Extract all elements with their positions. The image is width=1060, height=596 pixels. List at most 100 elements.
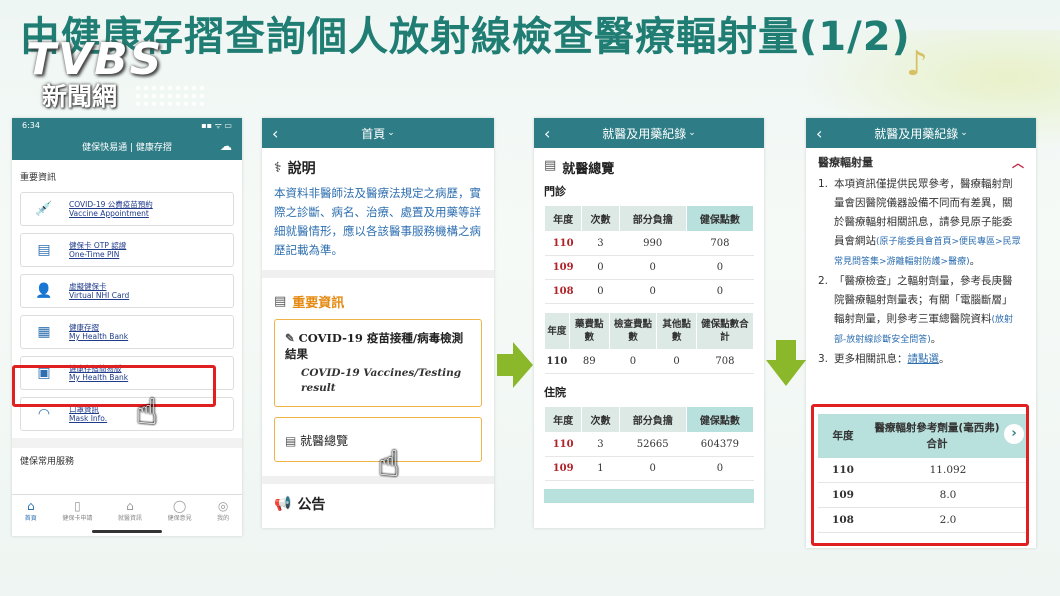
more-icon: ◎: [217, 499, 229, 513]
outpatient-points-table: 年度 藥費點數 檢查費點數 其他點數 健保點數合計 110 89 0 0 708: [544, 312, 755, 374]
table-cell: 708: [696, 349, 754, 374]
chevron-down-icon: ⌄: [688, 128, 696, 138]
divider: [262, 270, 494, 278]
outpatient-table: 年度 次數 部分負擔 健保點數 110 3 990 708 109 0 0 0 108 0 0 0: [543, 205, 755, 304]
feature-card[interactable]: 👤 虛擬健保卡 Virtual NHI Card: [20, 274, 234, 308]
column-header: 藥費點數: [568, 312, 610, 350]
table-cell: 1: [581, 456, 620, 481]
status-bar: 6:34 ▪▪ ᯤ ▭: [12, 118, 242, 132]
table-row: 110 3 52665 604379: [544, 432, 754, 457]
table-cell: 0: [619, 255, 687, 280]
table-header-row: 年度 次數 部分負擔 健保點數: [543, 406, 755, 433]
feature-card[interactable]: 💉 COVID-19 公費疫苗預約 Vaccine Appointment: [20, 192, 234, 226]
table-cell: 0: [609, 349, 657, 374]
column-header: 次數: [581, 205, 620, 232]
stethoscope-icon: ⚕: [274, 160, 282, 176]
virtual-card-icon: 👤: [35, 283, 53, 299]
table-cell: 0: [686, 456, 754, 481]
more-info-link[interactable]: 請點選: [908, 353, 940, 365]
table-cell: 109: [544, 255, 582, 280]
app-title: 健保快易通 | 健康存摺: [82, 142, 172, 153]
description-heading: ⚕ 說明: [262, 148, 494, 184]
watermark-brand: TVBS: [26, 34, 164, 85]
table-cell: 108: [544, 279, 582, 304]
tab-label: 健保意見: [167, 515, 192, 522]
tab-item[interactable]: ◯ 健保意見: [168, 495, 192, 528]
outpatient-label: 門診: [544, 185, 566, 198]
note-3-end: 。: [939, 353, 950, 365]
home-icon: ⌂: [26, 499, 35, 513]
table-cell: 990: [619, 231, 687, 256]
table-cell: 0: [686, 279, 754, 304]
radiation-notes: 1. 本項資訊僅提供民眾參考，醫療輻射劑量會因醫院儀器設備不同而有差異，關於醫療輻…: [806, 175, 1036, 369]
music-note-icon: ♪: [906, 44, 928, 84]
inpatient-label: 住院: [544, 386, 566, 399]
column-header: 年度: [543, 205, 583, 232]
feature-card[interactable]: ▤ 健保卡 OTP 認證 One-Time PIN: [20, 233, 234, 267]
column-header: 健保點數: [685, 205, 755, 232]
summary-title: 就醫總覽: [562, 162, 615, 177]
pin-card-icon: ▤: [37, 242, 51, 258]
tab-item[interactable]: ▯ 健保卡申請: [62, 495, 92, 528]
table-row: 108 0 0 0: [544, 279, 754, 304]
note-item: 3. 更多相關訊息：請點選。: [818, 353, 950, 365]
column-header: 部分負擔: [618, 406, 687, 433]
chevron-up-icon[interactable]: ︿: [1012, 154, 1024, 171]
radiation-section-title: 醫療輻射量: [818, 156, 873, 169]
status-icons: ▪▪ ᯤ ▭: [201, 120, 232, 130]
note-2-text: 「醫療檢查」之輻射劑量，參考長庚醫院醫療輻射劑量表；有關「電腦斷層」輻射劑量，則…: [834, 275, 1013, 325]
tvbs-watermark: TVBS 新聞網: [26, 38, 206, 114]
feature-card-label: COVID-19 公費疫苗預約 Vaccine Appointment: [69, 200, 153, 218]
back-icon[interactable]: ‹: [816, 124, 822, 143]
column-header: 次數: [581, 406, 620, 433]
note-3-text: 更多相關訊息：: [834, 353, 908, 365]
description-text: 本資料非醫師法及醫療法規定之病歷，實際之診斷、病名、治療、處置及用藥等詳細就醫情…: [274, 186, 481, 257]
app-header: 健保快易通 | 健康存摺 ☁: [12, 132, 242, 160]
card-icon: ▯: [74, 499, 81, 513]
nav-title[interactable]: 就醫及用藥紀錄: [874, 125, 958, 142]
chevron-down-icon: ⌄: [960, 128, 968, 138]
tab-item[interactable]: ⌂ 就醫資訊: [118, 495, 142, 528]
table-cell: 89: [569, 349, 610, 374]
table-cell: 708: [686, 231, 754, 256]
nav-title[interactable]: 就醫及用藥紀錄: [602, 125, 686, 142]
feature-card-label: 口罩資訊 Mask Info.: [69, 405, 108, 423]
health-bank-icon: ▦: [37, 324, 51, 340]
covid-result-card[interactable]: ✎ COVID-19 疫苗接種/病毒檢測結果 COVID-19 Vaccines…: [274, 319, 482, 407]
note-item: 1. 本項資訊僅提供民眾參考，醫療輻射劑量會因醫院儀器設備不同而有差異，關於醫療輻…: [818, 178, 1021, 267]
chat-icon[interactable]: ☁: [220, 139, 232, 153]
column-header: 健保點數合計: [695, 312, 755, 350]
covid-en-label: COVID-19 Vaccines/Testing result: [301, 367, 462, 394]
feature-card[interactable]: ▦ 健康存摺 My Health Bank: [20, 315, 234, 349]
nav-title[interactable]: 首頁: [361, 125, 385, 142]
table-cell: 0: [686, 255, 754, 280]
table-cell: 109: [544, 456, 582, 481]
table-cell: 3: [581, 231, 620, 256]
clipboard-icon: ▤: [274, 294, 287, 309]
note-2-end: 。: [930, 333, 942, 345]
table-cell: 604379: [686, 432, 754, 457]
tab-item[interactable]: ◎ 我的: [217, 495, 229, 528]
clipboard-icon: ▤: [285, 434, 301, 448]
tab-label: 首頁: [24, 515, 37, 522]
table-cell: 110: [544, 231, 582, 256]
hospital-icon: ⌂: [126, 499, 134, 513]
nav-bar: ‹ 就醫及用藥紀錄 ⌄: [806, 118, 1036, 148]
tab-label: 就醫資訊: [117, 515, 142, 522]
important-heading: ▤ 重要資訊: [262, 288, 494, 319]
back-icon[interactable]: ‹: [272, 124, 278, 143]
syringe-icon: ✎: [285, 331, 299, 345]
radiation-section-header[interactable]: 醫療輻射量 ︿: [806, 148, 1036, 175]
table-cell: 0: [656, 349, 697, 374]
highlight-box-health-bank-simple: [12, 365, 216, 407]
back-icon[interactable]: ‹: [544, 124, 550, 143]
column-header: 其他點數: [656, 312, 697, 350]
pointer-hand-icon: ☝: [136, 392, 158, 433]
arrow-right-icon: [497, 342, 533, 388]
syringe-icon: 💉: [35, 201, 53, 217]
section-important-label: 重要資訊: [20, 173, 57, 183]
table-cell: 0: [619, 456, 687, 481]
tab-item[interactable]: ⌂ 首頁: [25, 495, 37, 528]
nav-bar: ‹ 首頁 ⌄: [262, 118, 494, 148]
next-table-header: [544, 489, 754, 503]
